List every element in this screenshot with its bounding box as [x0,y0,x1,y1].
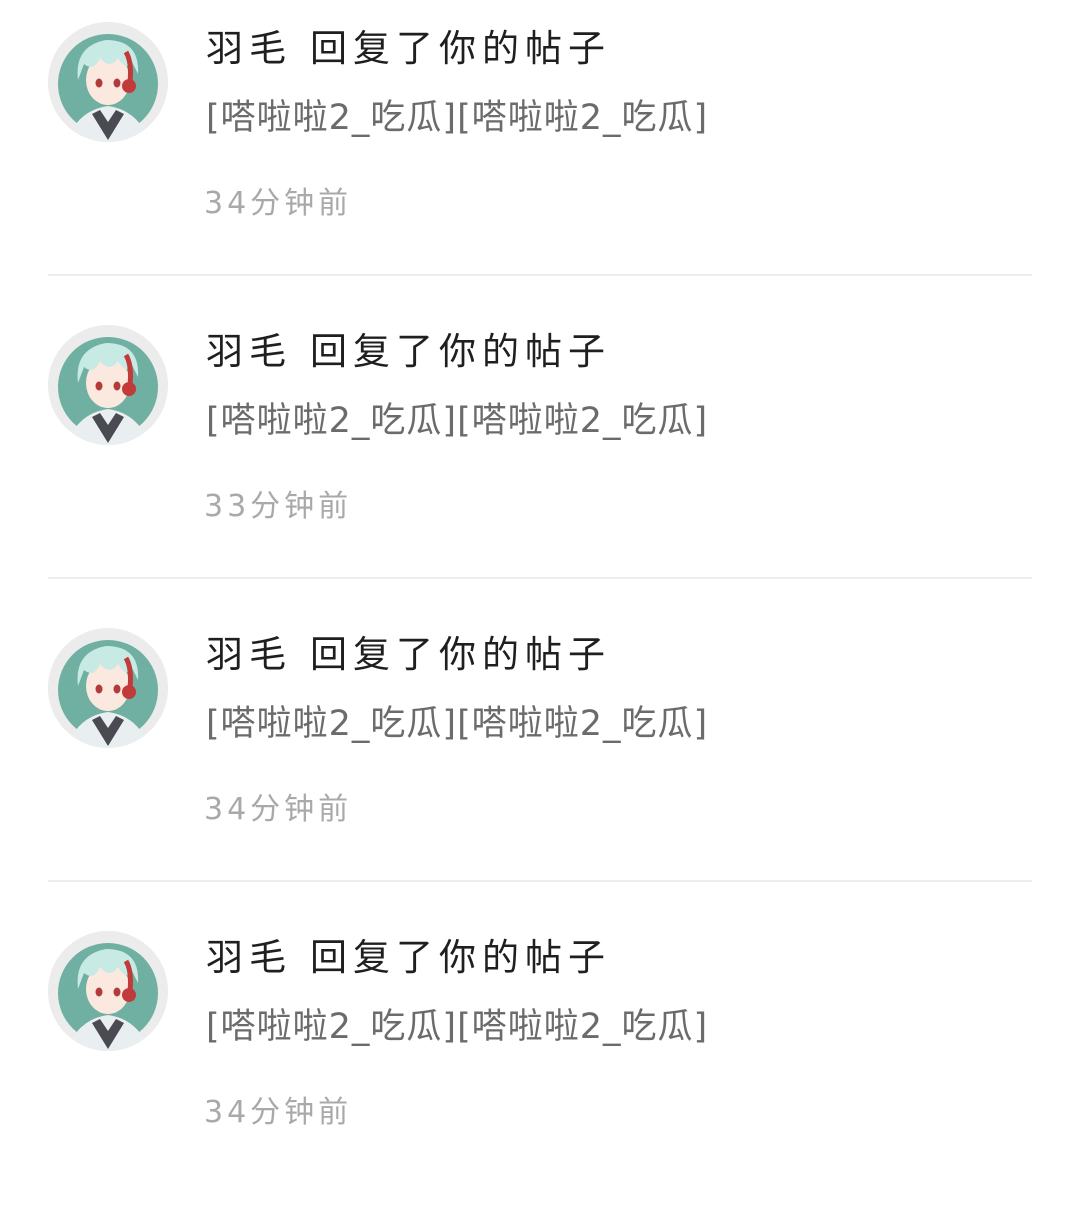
avatar[interactable] [48,931,168,1051]
notification-title: 羽毛 回复了你的帖子 [206,327,611,377]
timestamp: 34分钟前 [204,186,353,221]
reply-content: [嗒啦啦2_吃瓜][嗒啦啦2_吃瓜] [206,401,709,441]
divider [48,880,1032,882]
reply-content: [嗒啦啦2_吃瓜][嗒啦啦2_吃瓜] [206,704,709,744]
divider [48,274,1032,276]
notification-item[interactable]: 羽毛 回复了你的帖子 [嗒啦啦2_吃瓜][嗒啦啦2_吃瓜] 34分钟前 [0,0,1080,303]
avatar[interactable] [48,628,168,748]
user-name[interactable]: 羽毛 [206,330,292,373]
timestamp: 34分钟前 [204,792,353,827]
notification-title: 羽毛 回复了你的帖子 [206,24,611,74]
avatar[interactable] [48,325,168,445]
timestamp: 33分钟前 [204,489,353,524]
notification-action: 回复了你的帖子 [310,330,611,373]
notification-list: 羽毛 回复了你的帖子 [嗒啦啦2_吃瓜][嗒啦啦2_吃瓜] 34分钟前 羽毛 回复了… [0,0,1080,1176]
notification-item[interactable]: 羽毛 回复了你的帖子 [嗒啦啦2_吃瓜][嗒啦啦2_吃瓜] 34分钟前 [0,606,1080,909]
notification-item[interactable]: 羽毛 回复了你的帖子 [嗒啦啦2_吃瓜][嗒啦啦2_吃瓜] 34分钟前 [0,909,1080,1212]
reply-content: [嗒啦啦2_吃瓜][嗒啦啦2_吃瓜] [206,1007,709,1047]
divider [48,577,1032,579]
notification-item[interactable]: 羽毛 回复了你的帖子 [嗒啦啦2_吃瓜][嗒啦啦2_吃瓜] 33分钟前 [0,303,1080,606]
anime-avatar-icon [48,325,168,445]
anime-avatar-icon [48,22,168,142]
user-name[interactable]: 羽毛 [206,27,292,70]
anime-avatar-icon [48,628,168,748]
user-name[interactable]: 羽毛 [206,936,292,979]
notification-action: 回复了你的帖子 [310,633,611,676]
anime-avatar-icon [48,931,168,1051]
avatar[interactable] [48,22,168,142]
reply-content: [嗒啦啦2_吃瓜][嗒啦啦2_吃瓜] [206,98,709,138]
notification-title: 羽毛 回复了你的帖子 [206,933,611,983]
user-name[interactable]: 羽毛 [206,633,292,676]
timestamp: 34分钟前 [204,1095,353,1130]
notification-title: 羽毛 回复了你的帖子 [206,630,611,680]
notification-action: 回复了你的帖子 [310,936,611,979]
notification-action: 回复了你的帖子 [310,27,611,70]
